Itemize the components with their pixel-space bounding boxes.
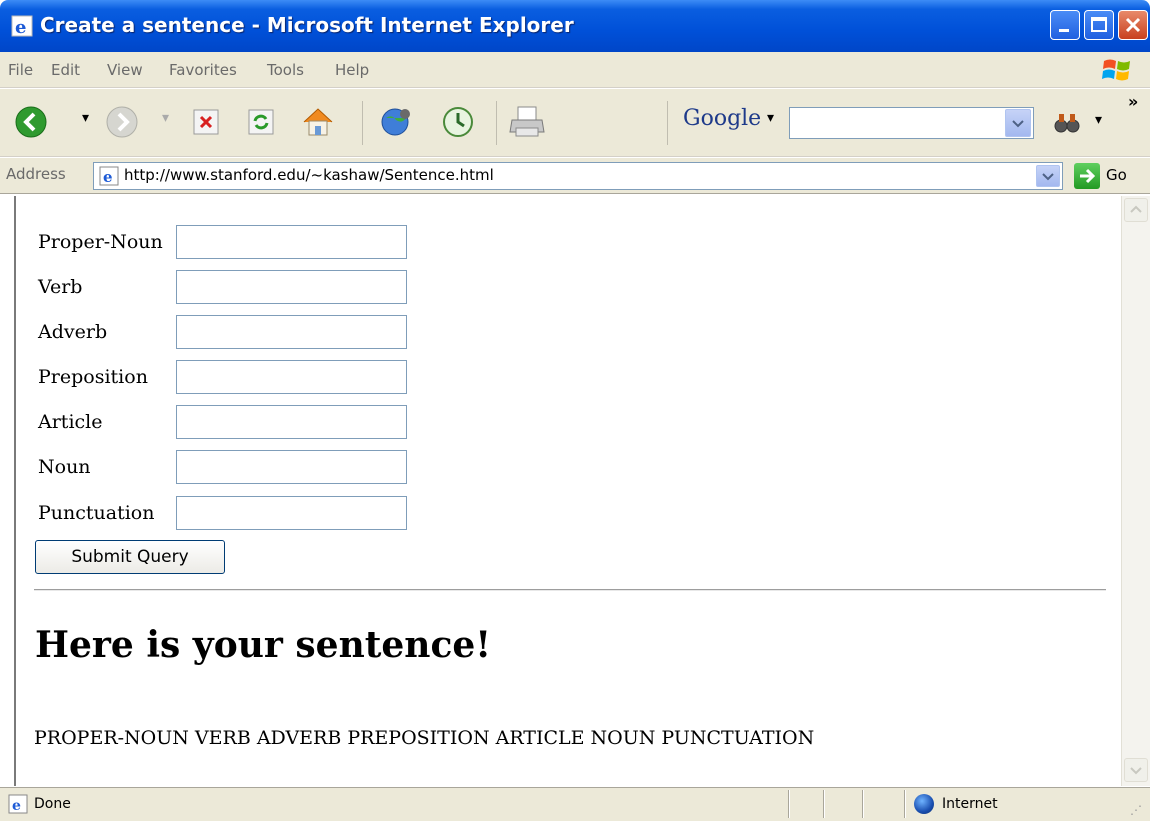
menu-help[interactable]: Help — [335, 61, 369, 79]
google-search-dropdown-button[interactable] — [1005, 109, 1031, 137]
punctuation-input[interactable] — [176, 496, 407, 530]
menu-favorites[interactable]: Favorites — [169, 61, 237, 79]
horizontal-rule — [34, 589, 1106, 591]
adverb-input[interactable] — [176, 315, 407, 349]
label-verb: Verb — [38, 276, 83, 298]
status-divider — [788, 790, 790, 818]
svg-text:e: e — [15, 17, 26, 38]
toolbar-separator — [362, 101, 363, 145]
resize-grip-icon[interactable]: ⋰ — [1130, 803, 1142, 817]
verb-input[interactable] — [176, 270, 407, 304]
status-text: Done — [34, 796, 71, 812]
chevron-up-icon — [1130, 205, 1142, 213]
submit-query-button[interactable]: Submit Query — [35, 540, 225, 574]
minimize-button[interactable] — [1050, 10, 1080, 40]
status-divider — [823, 790, 825, 818]
result-heading: Here is your sentence! — [35, 624, 492, 666]
stop-icon[interactable] — [191, 107, 221, 137]
back-dropdown-icon[interactable]: ▾ — [82, 110, 89, 126]
result-sentence: PROPER-NOUN VERB ADVERB PREPOSITION ARTI… — [34, 727, 815, 749]
label-article: Article — [38, 411, 103, 433]
scroll-down-button[interactable] — [1124, 758, 1148, 782]
google-dropdown-icon[interactable]: ▾ — [767, 110, 774, 126]
windows-logo-icon — [1102, 59, 1130, 81]
menu-file[interactable]: File — [8, 61, 33, 79]
address-label: Address — [6, 165, 66, 183]
internet-zone-icon — [914, 794, 934, 814]
svg-text:e: e — [103, 168, 113, 186]
label-noun: Noun — [38, 456, 91, 478]
maximize-button[interactable] — [1084, 10, 1114, 40]
forward-icon[interactable] — [105, 105, 139, 139]
google-search-input[interactable] — [789, 107, 1034, 139]
go-arrow-icon — [1080, 168, 1096, 184]
maximize-icon — [1091, 17, 1107, 32]
address-url[interactable]: http://www.stanford.edu/~kashaw/Sentence… — [124, 166, 494, 184]
scroll-up-button[interactable] — [1124, 198, 1148, 222]
search-globe-icon[interactable] — [378, 104, 414, 140]
close-icon — [1125, 17, 1141, 33]
label-proper-noun: Proper-Noun — [38, 231, 163, 253]
chevron-down-icon — [1012, 120, 1024, 128]
page-done-icon: e — [8, 794, 28, 814]
back-icon[interactable] — [14, 105, 48, 139]
status-divider — [862, 790, 864, 818]
ie-logo-icon: e — [11, 15, 33, 38]
label-preposition: Preposition — [38, 366, 148, 388]
svg-text:e: e — [12, 798, 21, 814]
page-icon: e — [99, 166, 119, 186]
chevron-down-icon — [1042, 173, 1054, 181]
binoculars-icon[interactable] — [1053, 109, 1081, 137]
proper-noun-input[interactable] — [176, 225, 407, 259]
go-label[interactable]: Go — [1106, 166, 1127, 184]
label-punctuation: Punctuation — [38, 502, 155, 524]
security-zone-label: Internet — [942, 796, 998, 812]
menu-edit[interactable]: Edit — [51, 61, 80, 79]
print-icon[interactable] — [508, 104, 548, 140]
toolbar-more-button[interactable]: » — [1128, 92, 1138, 111]
close-button[interactable] — [1118, 10, 1148, 40]
label-adverb: Adverb — [38, 321, 108, 343]
binoculars-dropdown-icon[interactable]: ▾ — [1095, 112, 1102, 128]
refresh-icon[interactable] — [246, 107, 276, 137]
minimize-icon — [1059, 29, 1069, 32]
status-divider — [904, 790, 906, 818]
forward-dropdown-icon[interactable]: ▾ — [162, 110, 169, 126]
home-icon[interactable] — [300, 104, 336, 140]
chevron-down-icon — [1130, 767, 1142, 775]
noun-input[interactable] — [176, 450, 407, 484]
menu-view[interactable]: View — [107, 61, 143, 79]
go-button[interactable] — [1074, 163, 1100, 189]
history-icon[interactable] — [441, 105, 475, 139]
article-input[interactable] — [176, 405, 407, 439]
google-toolbar-label[interactable]: Google — [683, 106, 761, 131]
toolbar-separator — [667, 101, 668, 145]
vertical-scrollbar[interactable] — [1121, 196, 1150, 786]
toolbar-separator — [496, 101, 497, 145]
preposition-input[interactable] — [176, 360, 407, 394]
menu-tools[interactable]: Tools — [267, 61, 304, 79]
window-title: Create a sentence - Microsoft Internet E… — [40, 13, 574, 37]
address-dropdown-button[interactable] — [1036, 165, 1060, 187]
